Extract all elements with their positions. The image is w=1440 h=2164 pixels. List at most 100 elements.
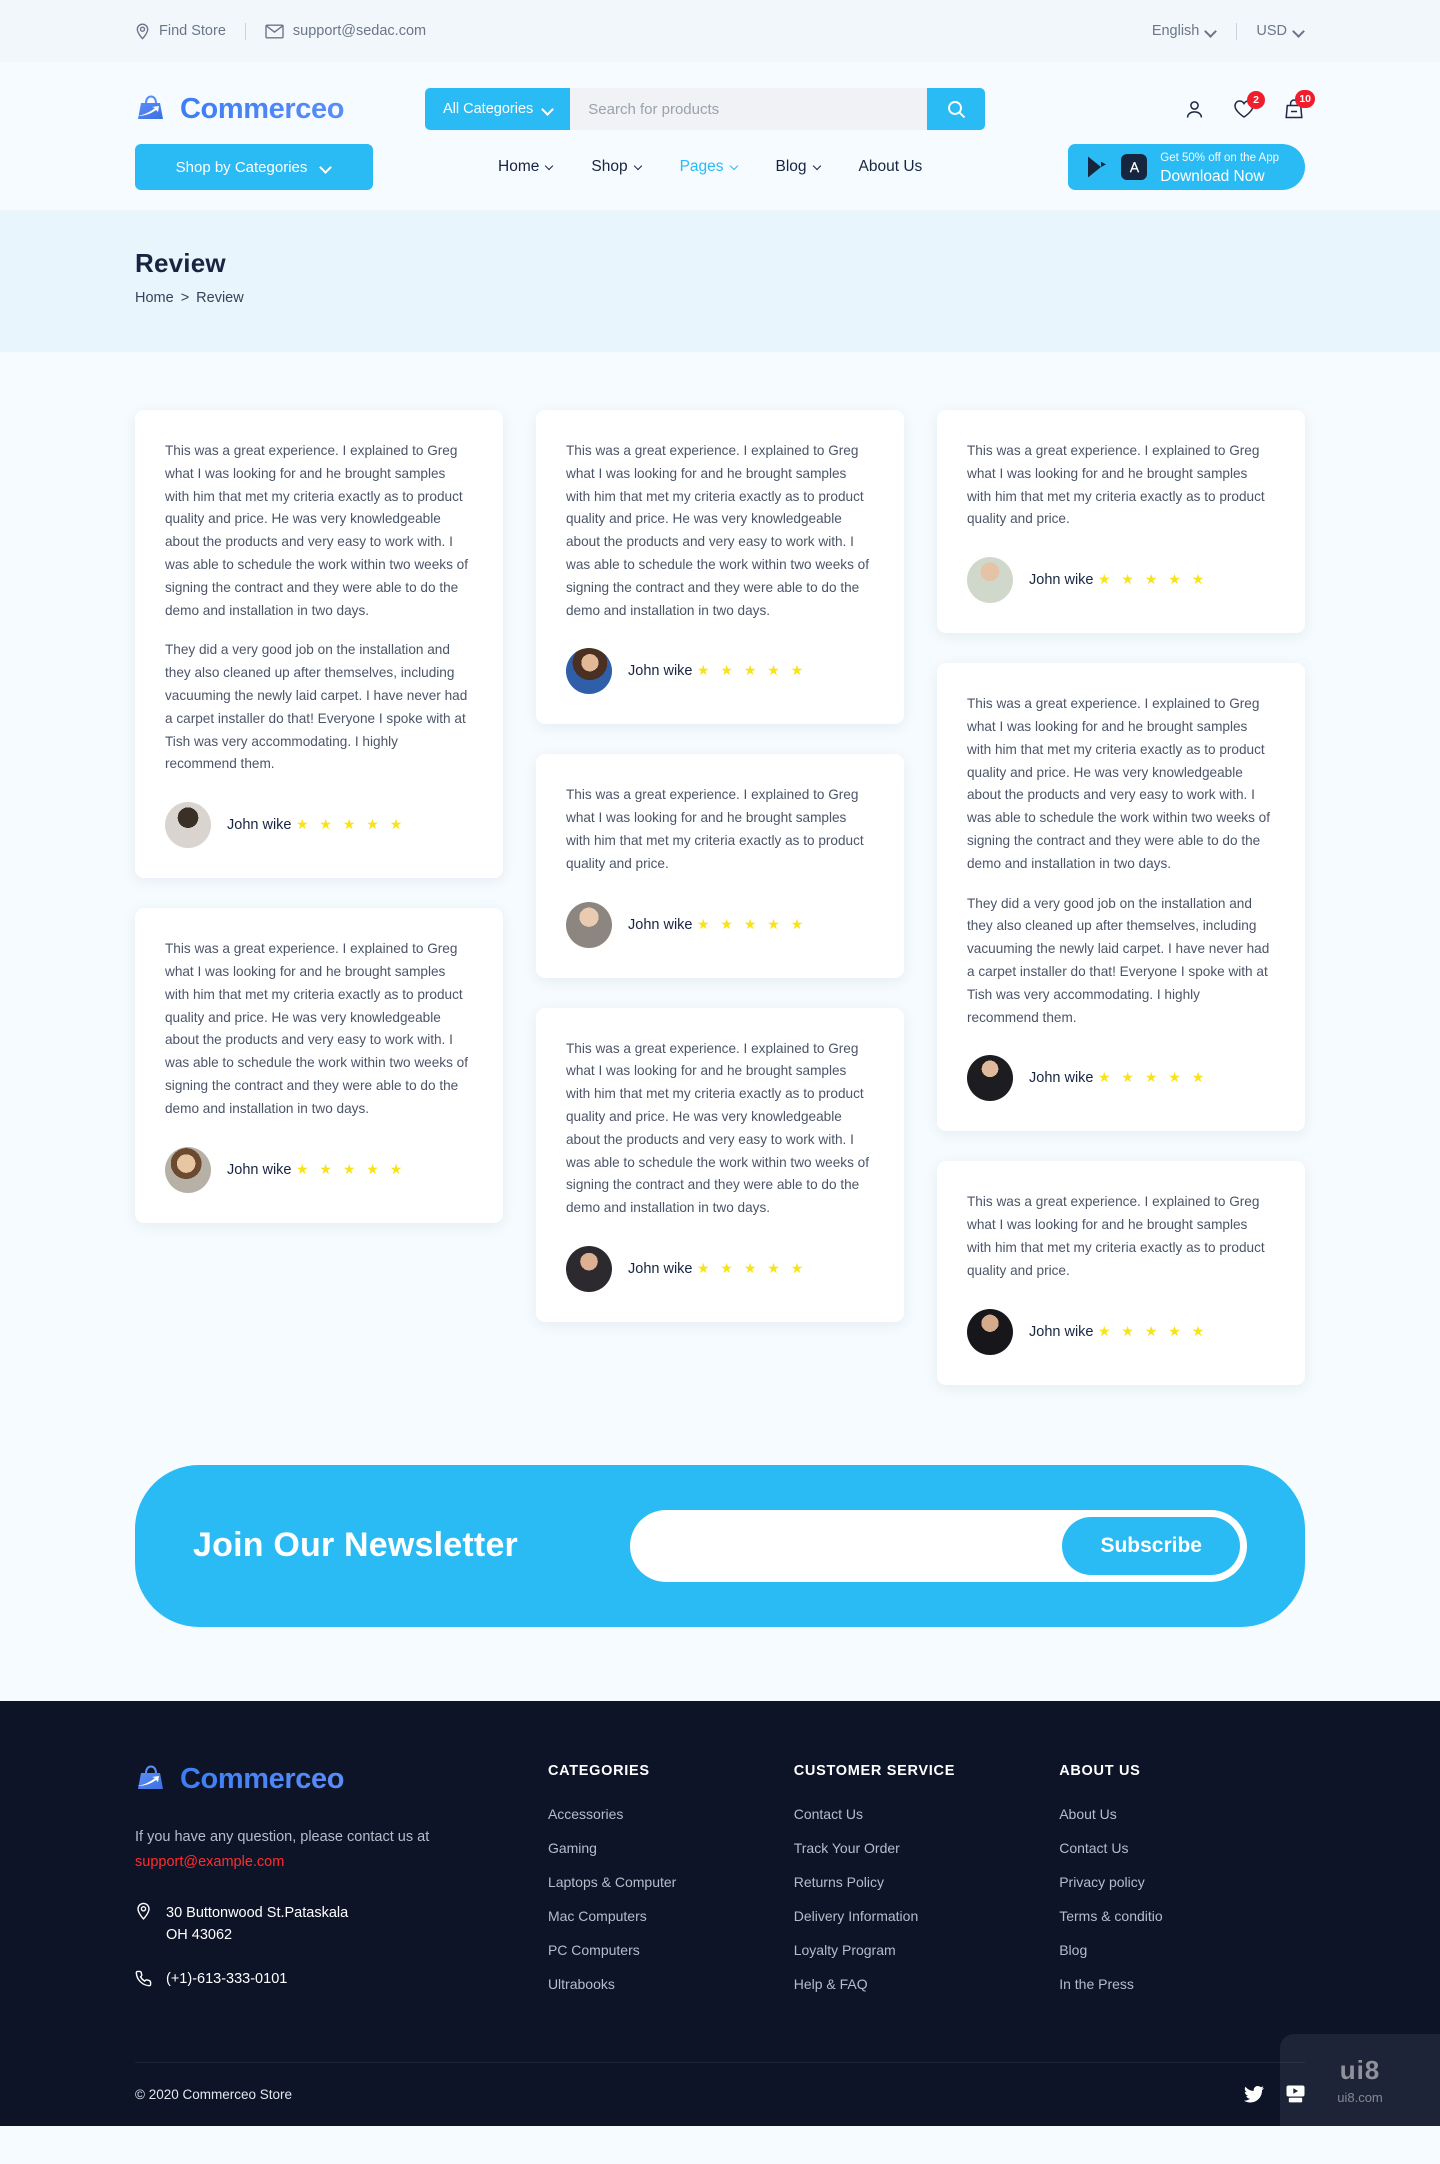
footer-column-title: CATEGORIES	[547, 1762, 650, 1779]
currency-selector[interactable]: USD	[1256, 23, 1305, 39]
account-button[interactable]	[1184, 99, 1205, 120]
avatar	[566, 901, 612, 948]
avatar	[165, 802, 211, 849]
search-button[interactable]	[927, 88, 985, 130]
review-card: This was a great experience. I explained…	[536, 410, 904, 725]
cart-button[interactable]: 10	[1283, 90, 1315, 120]
search-icon	[947, 100, 966, 119]
main-nav: Shop by Categories Home Shop Pages Blog	[0, 144, 1440, 210]
chevron-down-icon	[321, 162, 332, 173]
footer-link[interactable]: Help & FAQ	[794, 1976, 1059, 1992]
logo[interactable]: Commerceo	[135, 93, 425, 126]
site-footer: Commerceo If you have any question, plea…	[0, 1700, 1440, 2126]
shop-by-categories-button[interactable]: Shop by Categories	[135, 144, 373, 190]
footer-column-categories: CATEGORIES Accessories Gaming Laptops & …	[548, 1763, 794, 2010]
review-text: This was a great experience. I explained…	[566, 1040, 869, 1216]
footer-link[interactable]: Mac Computers	[548, 1908, 794, 1924]
author-info: John wike ★ ★ ★ ★ ★	[628, 662, 807, 680]
newsletter-title: Join Our Newsletter	[193, 1526, 518, 1565]
footer-link[interactable]: Track Your Order	[794, 1840, 1059, 1856]
avatar	[967, 1308, 1013, 1355]
search-input[interactable]	[570, 88, 927, 130]
nav-item-blog[interactable]: Blog	[776, 158, 825, 176]
find-store-link[interactable]: Find Store	[135, 22, 226, 40]
newsletter-email-input[interactable]	[637, 1516, 1063, 1575]
review-card: This was a great experience. I explained…	[135, 410, 503, 879]
reviews-section: This was a great experience. I explained…	[0, 352, 1440, 1465]
chevron-down-icon	[635, 162, 646, 173]
nav-item-label: Home	[498, 158, 540, 175]
watermark-logo: ui8	[1339, 2054, 1381, 2085]
app-download-label: Download Now	[1160, 168, 1265, 185]
footer-link[interactable]: Privacy policy	[1059, 1874, 1305, 1890]
app-offer-label: Get 50% off on the App	[1160, 152, 1279, 164]
newsletter-form: Subscribe	[630, 1509, 1247, 1582]
author-info: John wike ★ ★ ★ ★ ★	[1029, 571, 1208, 589]
footer-link[interactable]: Contact Us	[1059, 1840, 1305, 1856]
chevron-down-icon	[546, 162, 557, 173]
footer-link[interactable]: Blog	[1059, 1942, 1305, 1958]
footer-link[interactable]: Gaming	[548, 1840, 794, 1856]
footer-link[interactable]: Returns Policy	[794, 1874, 1059, 1890]
review-text: This was a great experience. I explained…	[566, 787, 864, 871]
shopping-bag-logo-icon	[135, 94, 169, 124]
avatar	[165, 1146, 211, 1193]
chevron-down-icon	[543, 104, 554, 115]
footer-link[interactable]: Loyalty Program	[794, 1942, 1059, 1958]
review-card: This was a great experience. I explained…	[536, 754, 904, 978]
nav-item-about-us[interactable]: About Us	[859, 158, 923, 176]
author-info: John wike ★ ★ ★ ★ ★	[628, 916, 807, 934]
support-email-label: support@sedac.com	[292, 23, 427, 39]
topbar-right: English USD	[1152, 22, 1305, 40]
review-text: This was a great experience. I explained…	[967, 443, 1265, 527]
footer-link[interactable]: Terms & conditio	[1059, 1908, 1305, 1924]
subscribe-button[interactable]: Subscribe	[1062, 1516, 1240, 1575]
footer-bottom-bar: © 2020 Commerceo Store	[135, 2061, 1305, 2126]
rating-stars: ★ ★ ★ ★ ★	[696, 1259, 807, 1276]
footer-logo[interactable]: Commerceo	[135, 1763, 425, 1796]
rating-stars: ★ ★ ★ ★ ★	[1097, 1322, 1208, 1339]
chevron-down-icon	[1294, 26, 1305, 37]
nav-item-home[interactable]: Home	[498, 158, 557, 176]
header-icon-group: 2 10	[1184, 90, 1315, 120]
app-download-button[interactable]: Get 50% off on the App Download Now	[1068, 144, 1305, 190]
wishlist-button[interactable]: 2	[1233, 91, 1265, 119]
author-name: John wike	[628, 663, 693, 680]
footer-phone: (+1)-613-333-0101	[135, 1968, 548, 1990]
shop-by-categories-label: Shop by Categories	[175, 158, 308, 176]
twitter-icon[interactable]	[1244, 2085, 1264, 2103]
footer-link[interactable]: Accessories	[548, 1806, 794, 1822]
footer-link[interactable]: Contact Us	[794, 1806, 1059, 1822]
footer-link[interactable]: Delivery Information	[794, 1908, 1059, 1924]
shopping-bag-logo-icon	[135, 1764, 169, 1794]
search-bar: All Categories	[425, 88, 985, 130]
topbar-divider-2	[1236, 22, 1238, 40]
support-email-link[interactable]: support@sedac.com	[265, 23, 426, 39]
review-text-2: They did a very good job on the installa…	[165, 642, 468, 772]
language-label: English	[1151, 23, 1200, 39]
footer-link[interactable]: In the Press	[1059, 1976, 1305, 1992]
review-card: This was a great experience. I explained…	[536, 1007, 904, 1322]
footer-address: 30 Buttonwood St.Pataskala OH 43062	[135, 1902, 548, 1946]
footer-column-title: ABOUT US	[1059, 1762, 1141, 1779]
avatar	[967, 1055, 1013, 1102]
category-dropdown[interactable]: All Categories	[425, 88, 571, 130]
copyright-text: © 2020 Commerceo Store	[135, 2086, 293, 2102]
ui8-watermark: ui8 ui8.com	[1280, 2033, 1440, 2126]
reviews-column-1: This was a great experience. I explained…	[135, 410, 503, 1223]
review-author: John wike ★ ★ ★ ★ ★	[967, 557, 1275, 604]
footer-column-title: CUSTOMER SERVICE	[793, 1762, 956, 1779]
nav-item-pages[interactable]: Pages	[680, 158, 742, 176]
language-selector[interactable]: English	[1152, 23, 1218, 39]
author-name: John wike	[628, 916, 693, 933]
footer-link[interactable]: About Us	[1059, 1806, 1305, 1822]
footer-link[interactable]: PC Computers	[548, 1942, 794, 1958]
footer-link[interactable]: Laptops & Computer	[548, 1874, 794, 1890]
author-name: John wike	[1029, 572, 1094, 589]
footer-phone-number: (+1)-613-333-0101	[166, 1970, 288, 1987]
footer-email-link[interactable]: support@example.com	[135, 1851, 548, 1874]
breadcrumb-home-link[interactable]: Home	[135, 290, 174, 306]
footer-link[interactable]: Ultrabooks	[548, 1976, 794, 1992]
nav-item-shop[interactable]: Shop	[591, 158, 645, 176]
rating-stars: ★ ★ ★ ★ ★	[696, 915, 807, 932]
